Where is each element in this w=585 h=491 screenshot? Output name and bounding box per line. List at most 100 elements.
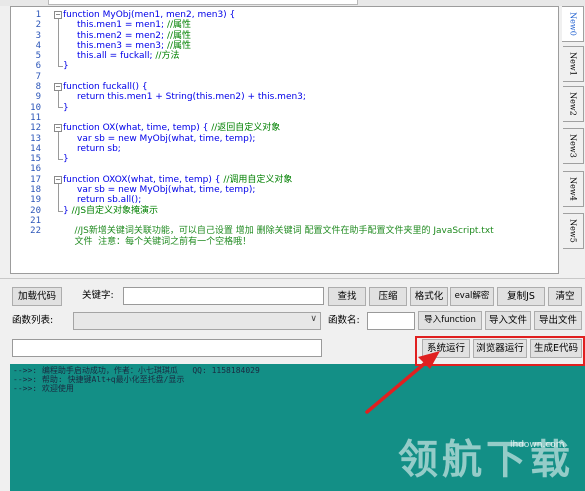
line-number: 20	[30, 205, 41, 216]
code-line: var sb = new MyObj(what, time, temp);	[63, 185, 494, 195]
code-token: .men1 = men1;	[93, 20, 167, 31]
watermark-url: lhdown.com	[510, 440, 565, 450]
code-token: .men3 = men3;	[93, 40, 167, 51]
code-token: //返回自定义对象	[211, 123, 281, 134]
code-line: this.men3 = men3; //属性	[63, 41, 494, 51]
code-token: function	[63, 82, 100, 93]
code-line: //JS新增关键词关联功能，可以自己设置 增加 删除关键词 配置文件在助手配置文…	[63, 226, 493, 236]
load-code-button[interactable]: 加载代码	[12, 287, 62, 306]
line-number: 10	[30, 102, 41, 113]
compress-button[interactable]: 压缩	[369, 287, 407, 306]
fold-toggle-icon[interactable]: −	[54, 176, 62, 184]
code-token: var	[77, 185, 92, 196]
code-token: }	[63, 61, 69, 72]
import-file-button[interactable]: 导入文件	[485, 311, 531, 330]
code-token: this	[257, 92, 275, 103]
clear-button[interactable]: 清空	[548, 287, 582, 306]
tab-new4[interactable]: New4	[563, 171, 584, 207]
code-line: }	[63, 103, 494, 113]
format-button[interactable]: 格式化	[410, 287, 448, 306]
divider	[0, 278, 585, 279]
line-number: 1	[35, 10, 41, 20]
function-list-select[interactable]: ∨	[73, 312, 321, 330]
tab-new2[interactable]: New2	[563, 86, 584, 122]
code-line: 文件 注意：每个关键词之前有一个空格哦！	[63, 237, 494, 247]
tab-label: New5	[568, 219, 578, 243]
code-token: //属性	[166, 20, 192, 31]
console-line: -->>: 欢迎使用	[13, 384, 74, 393]
fold-toggle-icon[interactable]: −	[54, 124, 62, 132]
tab-new3[interactable]: New3	[563, 128, 584, 164]
code-line: }	[63, 154, 494, 164]
code-token: function	[63, 174, 100, 185]
line-number: 12	[30, 123, 41, 134]
fold-line	[58, 91, 59, 107]
tab-label: New2	[568, 92, 578, 116]
code-line: function MyObj(men1, men2, men3) {	[63, 10, 494, 20]
code-token: }	[63, 205, 72, 216]
line-number: 19	[30, 195, 41, 206]
console-line: -->>: 帮助: 快捷键Alt+q最小化至托盘/显示	[13, 375, 185, 384]
code-token: sb.all();	[104, 195, 142, 206]
keyword-label: 关键字:	[82, 290, 114, 301]
code-token: this	[77, 20, 94, 31]
code-token: MyObj(men1, men2, men3) {	[99, 10, 236, 20]
code-line: } //JS自定义对象掩演示	[63, 206, 494, 216]
line-number: 4	[35, 40, 41, 51]
line-number: 7	[35, 71, 41, 82]
tab-label: New0	[568, 12, 577, 36]
tab-new5[interactable]: New5	[563, 213, 584, 249]
code-token: //属性	[166, 30, 192, 41]
code-token: //JS自定义对象掩演示	[71, 205, 159, 216]
fold-toggle-icon[interactable]: −	[54, 83, 62, 91]
chevron-down-icon[interactable]: ∨	[310, 314, 317, 324]
import-function-button[interactable]: 导入function	[418, 311, 482, 330]
line-number: 6	[35, 61, 41, 72]
line-number: 22	[30, 226, 41, 237]
code-token: .men1 + String(	[123, 92, 197, 103]
line-number: 21	[30, 215, 41, 226]
fold-toggle-icon[interactable]: −	[54, 11, 62, 19]
code-line: this.men2 = men2; //属性	[63, 31, 494, 41]
find-button[interactable]: 查找	[328, 287, 366, 306]
line-number: 15	[30, 154, 41, 165]
export-file-button[interactable]: 导出文件	[534, 311, 582, 330]
code-content[interactable]: function MyObj(men1, men2, men3) {this.m…	[63, 10, 494, 247]
code-editor[interactable]: 1 2 3 4 5 6 7 8 9 10 11 12 13 14 15 16 17 18 19 20 21 22 − − …	[10, 6, 559, 274]
tab-new1[interactable]: New1	[563, 46, 584, 82]
line-number: 17	[30, 174, 41, 185]
keyword-input[interactable]	[123, 287, 324, 305]
code-token: //方法	[155, 51, 180, 62]
line-number: 14	[30, 143, 41, 154]
tab-new0[interactable]: New0	[562, 6, 584, 42]
code-line: function fuckall() {	[63, 82, 494, 92]
code-token: sb;	[104, 143, 121, 154]
code-token: function	[63, 123, 100, 134]
code-line: function OX(what, time, temp) { //返回自定义对…	[63, 123, 494, 133]
code-line: this.all = fuckall; //方法	[63, 51, 494, 61]
fold-line	[58, 132, 59, 159]
line-number: 16	[30, 164, 41, 175]
line-number: 5	[35, 51, 41, 62]
fold-line	[58, 184, 59, 211]
line-number: 11	[30, 112, 41, 123]
code-token: sb =	[91, 133, 119, 144]
code-token: MyObj(what, time, temp);	[136, 185, 256, 196]
code-token: .men2) +	[212, 92, 258, 103]
copy-js-button[interactable]: 复制JS	[497, 287, 545, 306]
code-token: this	[77, 30, 94, 41]
code-token: this	[196, 92, 213, 103]
vertical-tab-bar: New0 New1 New2 New3 New4 New5	[562, 6, 585, 274]
code-token: }	[63, 102, 69, 113]
code-token: fuckall() {	[99, 82, 148, 93]
function-name-label: 函数名:	[328, 315, 360, 326]
code-token: MyObj(what, time, temp);	[136, 133, 256, 144]
code-token: function	[63, 10, 100, 20]
command-input[interactable]	[12, 339, 322, 357]
function-name-input[interactable]	[367, 312, 415, 330]
line-number: 9	[35, 92, 41, 103]
eval-decrypt-button[interactable]: eval解密	[450, 287, 494, 306]
